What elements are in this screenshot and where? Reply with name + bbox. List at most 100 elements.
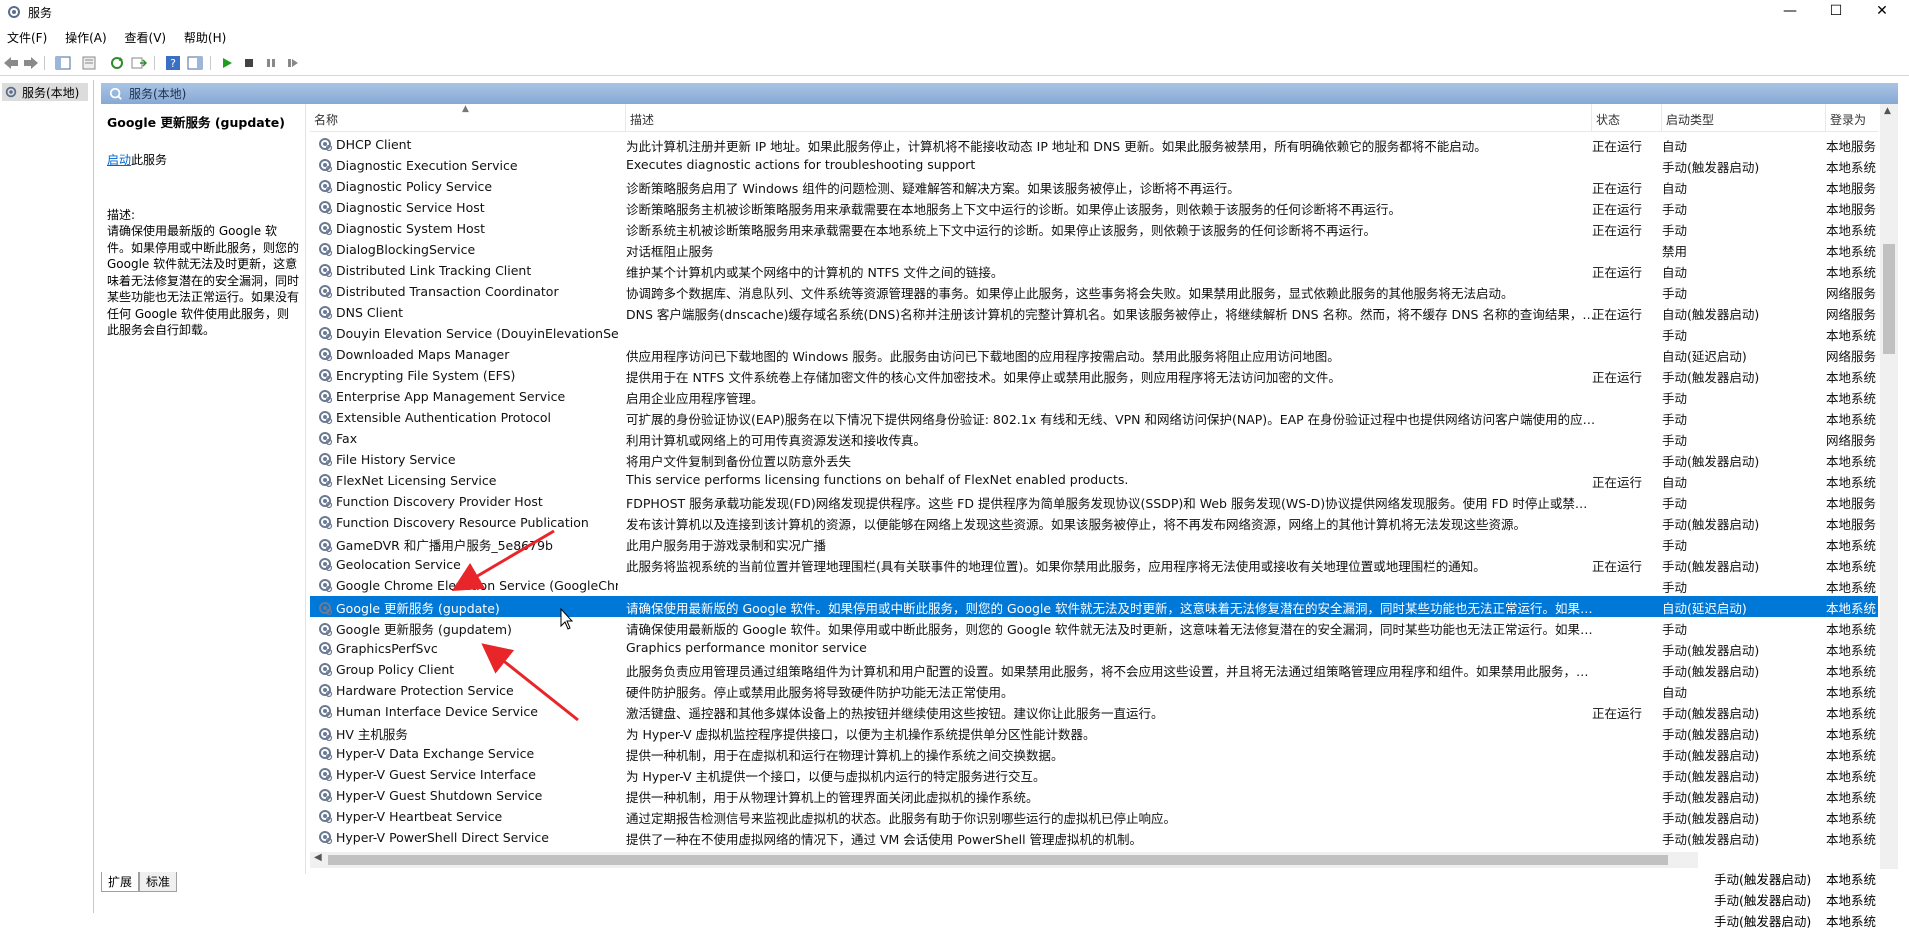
horizontal-scrollbar[interactable]: ◀: [310, 852, 1698, 868]
service-name: Google Chrome Elevation Service (GoogleC…: [336, 577, 618, 593]
service-status: 正在运行: [1592, 202, 1643, 217]
table-row[interactable]: Extensible Authentication Protocol 可扩展的身份…: [310, 407, 1878, 428]
service-name-cell: Douyin Elevation Service (DouyinElevatio…: [310, 325, 618, 341]
service-name: HV 主机服务: [336, 727, 408, 742]
column-header-description[interactable]: 描述: [626, 104, 1592, 132]
close-button[interactable]: ✕: [1859, 0, 1905, 24]
service-log-on-as: 网络服务: [1826, 349, 1877, 364]
table-row[interactable]: GraphicsPerfSvc Graphics performance moni…: [310, 638, 1878, 659]
table-row[interactable]: FlexNet Licensing Service This service pe…: [310, 470, 1878, 491]
tab-standard[interactable]: 标准: [139, 872, 178, 892]
service-description: 协调跨多个数据库、消息队列、文件系统等资源管理器的事务。如果停止此服务，这些事务…: [626, 286, 1514, 301]
service-startup-type: 手动(触发器启动): [1662, 706, 1760, 721]
table-row[interactable]: Function Discovery Provider Host FDPHOST …: [310, 491, 1878, 512]
table-row[interactable]: Google Chrome Elevation Service (GoogleC…: [310, 575, 1878, 596]
minimize-button[interactable]: —: [1767, 0, 1813, 24]
services-app-icon: [8, 6, 20, 18]
export-list-icon[interactable]: [130, 54, 148, 72]
table-row[interactable]: Encrypting File System (EFS) 提供用于在 NTFS 文…: [310, 365, 1878, 386]
table-row[interactable]: Geolocation Service 此服务将监视系统的当前位置并管理地理围栏(…: [310, 554, 1878, 575]
forward-arrow-icon[interactable]: [22, 54, 40, 72]
table-row[interactable]: Google 更新服务 (gupdate) 请确保使用最新版的 Google 软件…: [310, 596, 1878, 617]
service-log-on-as: 本地系统: [1826, 643, 1877, 658]
service-gear-icon: [317, 325, 333, 341]
maximize-button[interactable]: ☐: [1813, 0, 1859, 24]
start-service-link[interactable]: 启动: [107, 153, 131, 167]
service-log-on-as: 本地系统: [1826, 727, 1877, 742]
window-title: 服务: [28, 6, 53, 20]
toolbar: ?: [0, 50, 1909, 76]
service-description: 激活键盘、遥控器和其他多媒体设备上的热按钮并继续使用这些按钮。建议你让此服务一直…: [626, 706, 1164, 721]
service-name: FlexNet Licensing Service: [336, 472, 497, 488]
service-name: Douyin Elevation Service (DouyinElevatio…: [336, 325, 618, 341]
service-startup-type: 手动(触发器启动): [1662, 559, 1760, 574]
menu-view[interactable]: 查看(V): [118, 26, 174, 49]
table-row[interactable]: Human Interface Device Service 激活键盘、遥控器和其…: [310, 701, 1878, 722]
table-row[interactable]: Distributed Transaction Coordinator 协调跨多个…: [310, 281, 1878, 302]
start-service-icon[interactable]: [218, 54, 236, 72]
scroll-up-arrow-icon[interactable]: ▲: [1884, 106, 1891, 116]
service-startup-type: 手动: [1662, 622, 1688, 637]
table-row[interactable]: Distributed Link Tracking Client 维护某个计算机内…: [310, 260, 1878, 281]
console-tree-icon[interactable]: [54, 54, 72, 72]
table-row[interactable]: File History Service 将用户文件复制到备份位置以防意外丢失 手动…: [310, 449, 1878, 470]
service-startup-type: 自动(延迟启动): [1662, 349, 1747, 364]
table-row[interactable]: Group Policy Client 此服务负责应用管理员通过组策略组件为计算机…: [310, 659, 1878, 680]
service-name: Hardware Protection Service: [336, 682, 514, 698]
vertical-scroll-thumb[interactable]: [1883, 244, 1895, 354]
table-row[interactable]: Hyper-V PowerShell Direct Service 提供了一种在不…: [310, 827, 1878, 848]
scroll-left-arrow-icon[interactable]: ◀: [314, 852, 322, 863]
table-row[interactable]: Hyper-V Guest Service Interface 为 Hyper-V…: [310, 764, 1878, 785]
column-header-startup-type[interactable]: 启动类型: [1662, 104, 1826, 132]
table-row[interactable]: Diagnostic Execution Service Executes dia…: [310, 155, 1878, 176]
table-row[interactable]: Enterprise App Management Service 启用企业应用程…: [310, 386, 1878, 407]
table-row[interactable]: Douyin Elevation Service (DouyinElevatio…: [310, 323, 1878, 344]
service-name: Diagnostic Service Host: [336, 199, 485, 215]
table-row[interactable]: Google 更新服务 (gupdatem) 请确保使用最新版的 Google 软…: [310, 617, 1878, 638]
tree-node-services-local[interactable]: 服务(本地): [2, 83, 88, 101]
table-row[interactable]: Hyper-V Data Exchange Service 提供一种机制，用于在虚…: [310, 743, 1878, 764]
restart-service-icon[interactable]: [284, 54, 302, 72]
table-row[interactable]: DialogBlockingService 对话框阻止服务 禁用 本地系统: [310, 239, 1878, 260]
menu-file[interactable]: 文件(F): [0, 26, 54, 49]
menu-action[interactable]: 操作(A): [58, 26, 114, 49]
table-row[interactable]: Diagnostic Policy Service 诊断策略服务启用了 Windo…: [310, 176, 1878, 197]
overflow-start-cell: 手动(触发器启动): [1714, 872, 1812, 887]
help-icon[interactable]: ?: [164, 54, 182, 72]
service-log-on-as: 本地系统: [1826, 328, 1877, 343]
table-row[interactable]: Diagnostic System Host 诊断系统主机被诊断策略服务用来承载需…: [310, 218, 1878, 239]
service-name-cell: FlexNet Licensing Service: [310, 472, 618, 488]
table-row[interactable]: Hardware Protection Service 硬件防护服务。停止或禁用此…: [310, 680, 1878, 701]
table-row[interactable]: Function Discovery Resource Publication 发…: [310, 512, 1878, 533]
service-name: Function Discovery Resource Publication: [336, 514, 589, 530]
horizontal-scroll-thumb[interactable]: [328, 855, 1668, 865]
table-row[interactable]: GameDVR 和广播用户服务_5e8679b 此用户服务用于游戏录制和实况广播 手…: [310, 533, 1878, 554]
table-row[interactable]: HV 主机服务 为 Hyper-V 虚拟机监控程序提供接口，以便为主机操作系统提供…: [310, 722, 1878, 743]
service-startup-type: 自动(触发器启动): [1662, 307, 1760, 322]
table-row[interactable]: DHCP Client 为此计算机注册并更新 IP 地址。如果此服务停止，计算机将…: [310, 134, 1878, 155]
table-row[interactable]: Hyper-V Guest Shutdown Service 提供一种机制，用于从…: [310, 785, 1878, 806]
stop-service-icon[interactable]: [240, 54, 258, 72]
tab-extended[interactable]: 扩展: [101, 872, 140, 892]
service-name: Function Discovery Provider Host: [336, 493, 543, 509]
pause-service-icon[interactable]: [262, 54, 280, 72]
show-hide-action-pane-icon[interactable]: [186, 54, 204, 72]
service-gear-icon: [317, 304, 333, 320]
back-arrow-icon[interactable]: [2, 54, 20, 72]
table-row[interactable]: Fax 利用计算机或网络上的可用传真资源发送和接收传真。 手动 网络服务: [310, 428, 1878, 449]
refresh-icon[interactable]: [108, 54, 126, 72]
table-row[interactable]: Hyper-V Heartbeat Service 通过定期报告检测信号来监视此虚…: [310, 806, 1878, 827]
service-name-cell: Enterprise App Management Service: [310, 388, 618, 404]
table-row[interactable]: Diagnostic Service Host 诊断策略服务主机被诊断策略服务用来…: [310, 197, 1878, 218]
service-name-cell: Hyper-V PowerShell Direct Service: [310, 829, 618, 845]
column-header-status[interactable]: 状态: [1592, 104, 1662, 132]
table-row[interactable]: DNS Client DNS 客户端服务(dnscache)缓存域名系统(DNS)…: [310, 302, 1878, 323]
table-row[interactable]: Downloaded Maps Manager 供应用程序访问已下载地图的 Win…: [310, 344, 1878, 365]
service-gear-icon: [317, 621, 333, 637]
column-header-log-on-as[interactable]: 登录为: [1826, 104, 1886, 132]
properties-sheet-icon[interactable]: [80, 54, 98, 72]
vertical-scrollbar[interactable]: ▲: [1880, 104, 1898, 869]
service-log-on-as: 本地系统: [1826, 601, 1877, 616]
service-gear-icon: [317, 346, 333, 362]
menu-help[interactable]: 帮助(H): [177, 26, 233, 49]
